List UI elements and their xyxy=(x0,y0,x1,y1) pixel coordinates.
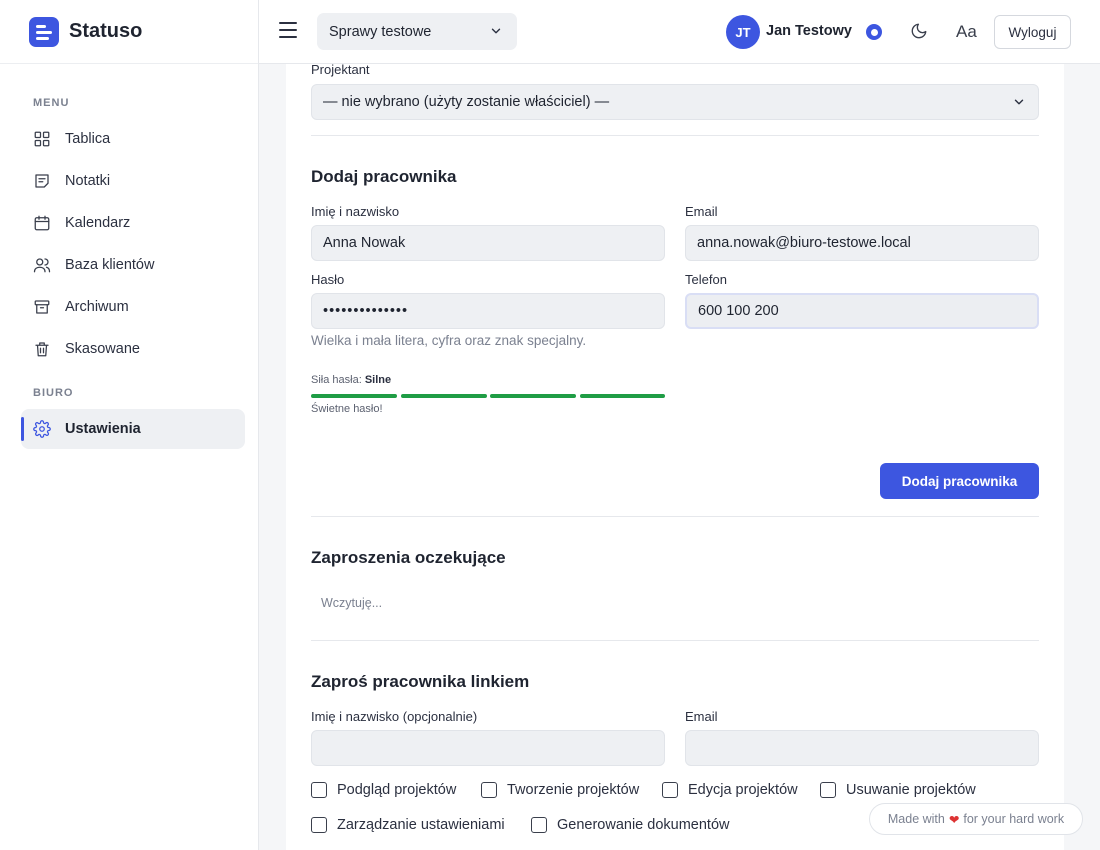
sidebar-item-label: Tablica xyxy=(65,131,111,147)
permission-edit-projects-checkbox[interactable]: Edycja projektów xyxy=(662,782,798,798)
invite-email-field[interactable] xyxy=(685,730,1039,766)
sidebar-item-label: Ustawienia xyxy=(65,421,141,437)
phone-label: Telefon xyxy=(685,272,727,287)
checkbox-box[interactable] xyxy=(662,782,678,798)
permission-label: Usuwanie projektów xyxy=(846,782,976,798)
permission-label: Podgląd projektów xyxy=(337,782,457,798)
checkbox-box[interactable] xyxy=(311,782,327,798)
calendar-icon xyxy=(34,215,50,231)
avatar[interactable]: JT xyxy=(726,15,760,49)
statuso-logo-icon xyxy=(29,16,59,47)
sidebar-item-label: Kalendarz xyxy=(65,215,131,231)
phone-field-value: 600 100 200 xyxy=(698,303,779,319)
sidebar-item-label: Archiwum xyxy=(65,299,129,315)
projektant-label: Projektant xyxy=(311,62,370,77)
projektant-select-value: — nie wybrano (użyty zostanie właściciel… xyxy=(323,94,610,110)
phone-field[interactable]: 600 100 200 xyxy=(685,293,1039,329)
sidebar-item-kalendarz[interactable]: Kalendarz xyxy=(21,203,245,243)
menu-section-label: MENU xyxy=(33,97,70,109)
pending-loading-text: Wczytuję... xyxy=(321,596,383,610)
projektant-select[interactable]: — nie wybrano (użyty zostanie właściciel… xyxy=(311,84,1039,120)
email-label: Email xyxy=(685,204,718,219)
checkbox-box[interactable] xyxy=(531,817,547,833)
brand-name: Statuso xyxy=(69,20,143,42)
chevron-down-icon xyxy=(1014,99,1024,105)
password-hint: Wielka i mała litera, cyfra oraz znak sp… xyxy=(311,333,587,348)
strength-bar-segment xyxy=(401,394,487,398)
strength-bar-segment xyxy=(490,394,576,398)
strength-bar-segment xyxy=(311,394,397,398)
note-icon xyxy=(35,174,49,188)
permission-manage-settings-checkbox[interactable]: Zarządzanie ustawieniami xyxy=(311,817,505,833)
topbar: Sprawy testowe JT Jan Testowy Aa Wyloguj xyxy=(259,0,1100,64)
divider xyxy=(311,135,1039,136)
pending-invites-title: Zaproszenia oczekujące xyxy=(311,548,506,567)
case-select[interactable]: Sprawy testowe xyxy=(317,13,517,50)
font-size-toggle[interactable]: Aa xyxy=(956,22,977,42)
sidebar-item-archiwum[interactable]: Archiwum xyxy=(21,287,245,327)
password-field[interactable]: •••••••••••••• xyxy=(311,293,665,329)
gear-icon xyxy=(33,420,51,438)
password-field-value: •••••••••••••• xyxy=(323,303,409,319)
invite-name-field[interactable] xyxy=(311,730,665,766)
password-label: Hasło xyxy=(311,272,345,287)
permission-label: Tworzenie projektów xyxy=(507,782,640,798)
checkbox-box[interactable] xyxy=(311,817,327,833)
invite-name-label: Imię i nazwisko (opcjonalnie) xyxy=(311,709,478,724)
moon-icon[interactable] xyxy=(910,22,928,40)
divider xyxy=(311,516,1039,517)
permission-delete-projects-checkbox[interactable]: Usuwanie projektów xyxy=(820,782,976,798)
permission-create-projects-checkbox[interactable]: Tworzenie projektów xyxy=(481,782,639,798)
heart-icon: ❤ xyxy=(948,812,960,827)
user-name[interactable]: Jan Testowy xyxy=(766,23,852,39)
hamburger-menu-icon[interactable] xyxy=(279,22,297,38)
permission-label: Edycja projektów xyxy=(688,782,798,798)
add-employee-button[interactable]: Dodaj pracownika xyxy=(880,463,1039,499)
permission-label: Generowanie dokumentów xyxy=(557,817,730,833)
office-section-label: BIURO xyxy=(33,387,74,399)
sidebar-item-label: Skasowane xyxy=(65,341,140,357)
name-field[interactable]: Anna Nowak xyxy=(311,225,665,261)
sidebar-item-baza-klientow[interactable]: Baza klientów xyxy=(21,245,245,285)
divider xyxy=(311,640,1039,641)
made-with-suffix: for your hard work xyxy=(963,812,1065,826)
name-label: Imię i nazwisko xyxy=(311,204,400,219)
checkbox-box[interactable] xyxy=(820,782,836,798)
made-with-prefix: Made with xyxy=(887,812,945,826)
case-select-value: Sprawy testowe xyxy=(329,23,432,40)
permission-view-projects-checkbox[interactable]: Podgląd projektów xyxy=(311,782,456,798)
sidebar-item-notatki[interactable]: Notatki xyxy=(21,161,245,201)
invite-email-label: Email xyxy=(685,709,718,724)
status-indicator-icon[interactable] xyxy=(866,24,882,40)
password-strength-message: Świetne hasło! xyxy=(311,403,383,415)
made-with-badge[interactable]: Made with ❤ for your hard work xyxy=(869,803,1083,835)
brand[interactable]: Statuso xyxy=(0,0,258,64)
permission-generate-documents-checkbox[interactable]: Generowanie dokumentów xyxy=(531,817,730,833)
name-field-value: Anna Nowak xyxy=(323,235,406,251)
sidebar-item-label: Notatki xyxy=(65,173,111,189)
sidebar-item-tablica[interactable]: Tablica xyxy=(21,119,245,159)
trash-icon xyxy=(35,342,49,357)
sidebar-item-ustawienia[interactable]: Ustawienia xyxy=(21,409,245,449)
checkbox-box[interactable] xyxy=(481,782,497,798)
add-employee-title: Dodaj pracownika xyxy=(311,167,457,186)
sidebar: Statuso MENU Tablica Notatki Kalendarz B… xyxy=(0,0,259,850)
chevron-down-icon xyxy=(491,28,501,34)
sidebar-item-label: Baza klientów xyxy=(65,257,155,273)
strength-bar-segment xyxy=(580,394,665,398)
archive-icon xyxy=(34,300,50,314)
permission-label: Zarządzanie ustawieniami xyxy=(337,817,505,833)
email-field[interactable]: anna.nowak@biuro-testowe.local xyxy=(685,225,1039,261)
password-strength-value: Silne xyxy=(364,374,392,386)
users-icon xyxy=(33,258,51,273)
email-field-value: anna.nowak@biuro-testowe.local xyxy=(697,235,911,251)
password-strength-label: Siła hasła: xyxy=(311,374,362,386)
grid-icon xyxy=(34,131,50,147)
logout-button[interactable]: Wyloguj xyxy=(994,15,1071,49)
sidebar-item-skasowane[interactable]: Skasowane xyxy=(21,329,245,369)
password-strength-text: Siła hasła: Silne xyxy=(311,374,391,386)
invite-link-title: Zaproś pracownika linkiem xyxy=(311,672,530,691)
settings-card: Projektant — nie wybrano (użyty zostanie… xyxy=(286,62,1064,850)
